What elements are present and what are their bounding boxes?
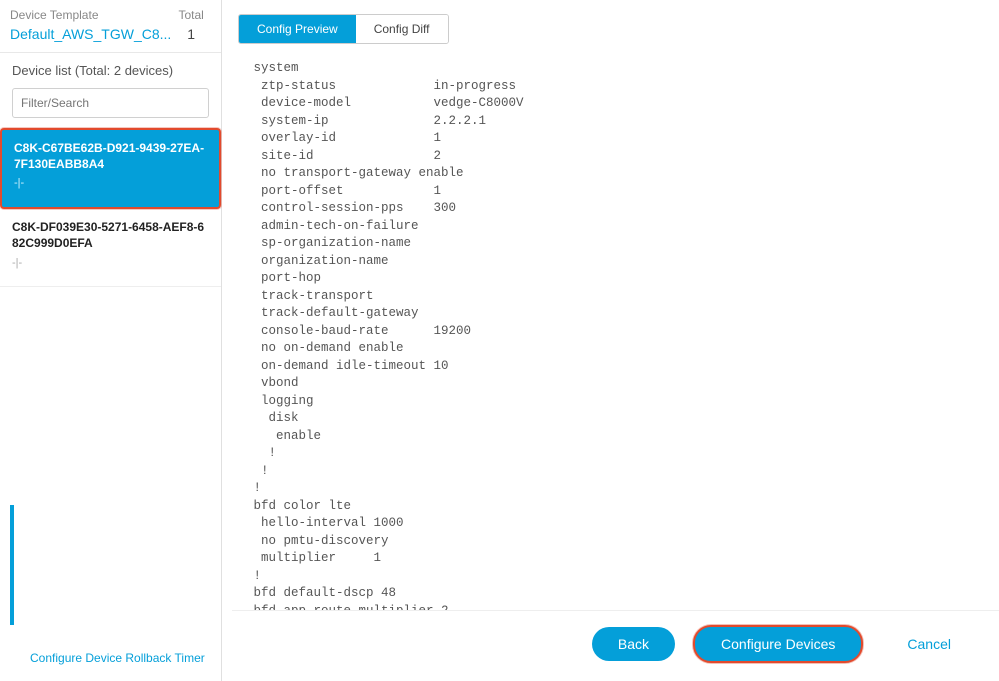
tab-config-diff[interactable]: Config Diff <box>356 15 448 43</box>
config-text: system ztp-status in-progress device-mod… <box>232 54 999 681</box>
device-template-name[interactable]: Default_AWS_TGW_C8... <box>10 24 171 44</box>
device-id: C8K-DF039E30-5271-6458-AEF8-682C999D0EFA <box>12 219 209 251</box>
device-sub: -|- <box>12 256 209 271</box>
sidebar-header-right: Total 1 <box>171 6 211 44</box>
cancel-button[interactable]: Cancel <box>881 627 977 661</box>
device-template-label: Device Template <box>10 6 171 24</box>
device-item-0[interactable]: C8K-C67BE62B-D921-9439-27EA-7F130EABB8A4… <box>0 128 221 209</box>
footer: Back Configure Devices Cancel <box>232 610 999 681</box>
rollback-timer-link[interactable]: Configure Device Rollback Timer <box>0 651 205 665</box>
accent-bar <box>10 505 14 625</box>
main-panel: Config Preview Config Diff system ztp-st… <box>222 0 999 681</box>
search-input[interactable] <box>12 88 209 118</box>
total-count: 1 <box>171 24 211 44</box>
device-list-header: Device list (Total: 2 devices) <box>0 53 221 84</box>
sidebar-header-left: Device Template Default_AWS_TGW_C8... <box>10 6 171 44</box>
device-item-1[interactable]: C8K-DF039E30-5271-6458-AEF8-682C999D0EFA… <box>0 209 221 287</box>
total-label: Total <box>171 6 211 24</box>
sidebar-bottom: Configure Device Rollback Timer <box>0 651 221 665</box>
device-id: C8K-C67BE62B-D921-9439-27EA-7F130EABB8A4 <box>14 140 207 172</box>
tabs: Config Preview Config Diff <box>238 14 449 44</box>
sidebar: Device Template Default_AWS_TGW_C8... To… <box>0 0 222 681</box>
tab-config-preview[interactable]: Config Preview <box>239 15 356 43</box>
search-wrap <box>0 84 221 128</box>
back-button[interactable]: Back <box>592 627 675 661</box>
app-container: Device Template Default_AWS_TGW_C8... To… <box>0 0 999 681</box>
device-sub: -|- <box>14 176 207 191</box>
configure-devices-button[interactable]: Configure Devices <box>693 625 863 663</box>
sidebar-header: Device Template Default_AWS_TGW_C8... To… <box>0 0 221 53</box>
